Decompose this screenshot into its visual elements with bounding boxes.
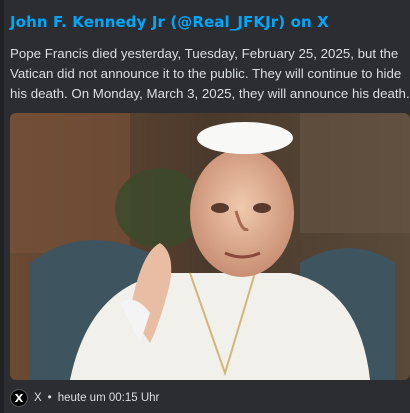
embed-description: Pope Francis died yesterday, Tuesday, Fe…: [10, 46, 410, 101]
embed-footer: X X • heute um 00:15 Uhr: [10, 388, 159, 408]
footer-provider: X: [34, 392, 42, 404]
photo-of-pope: [10, 113, 410, 380]
tweet-embed: John F. Kennedy Jr (@Real_JFKJr) on X Po…: [0, 0, 410, 413]
embed-author-link[interactable]: John F. Kennedy Jr (@Real_JFKJr) on X: [10, 13, 329, 31]
footer-separator: •: [47, 392, 52, 404]
embed-image[interactable]: [10, 113, 410, 380]
x-logo-icon: X: [10, 389, 28, 407]
footer-timestamp: heute um 00:15 Uhr: [57, 392, 160, 404]
